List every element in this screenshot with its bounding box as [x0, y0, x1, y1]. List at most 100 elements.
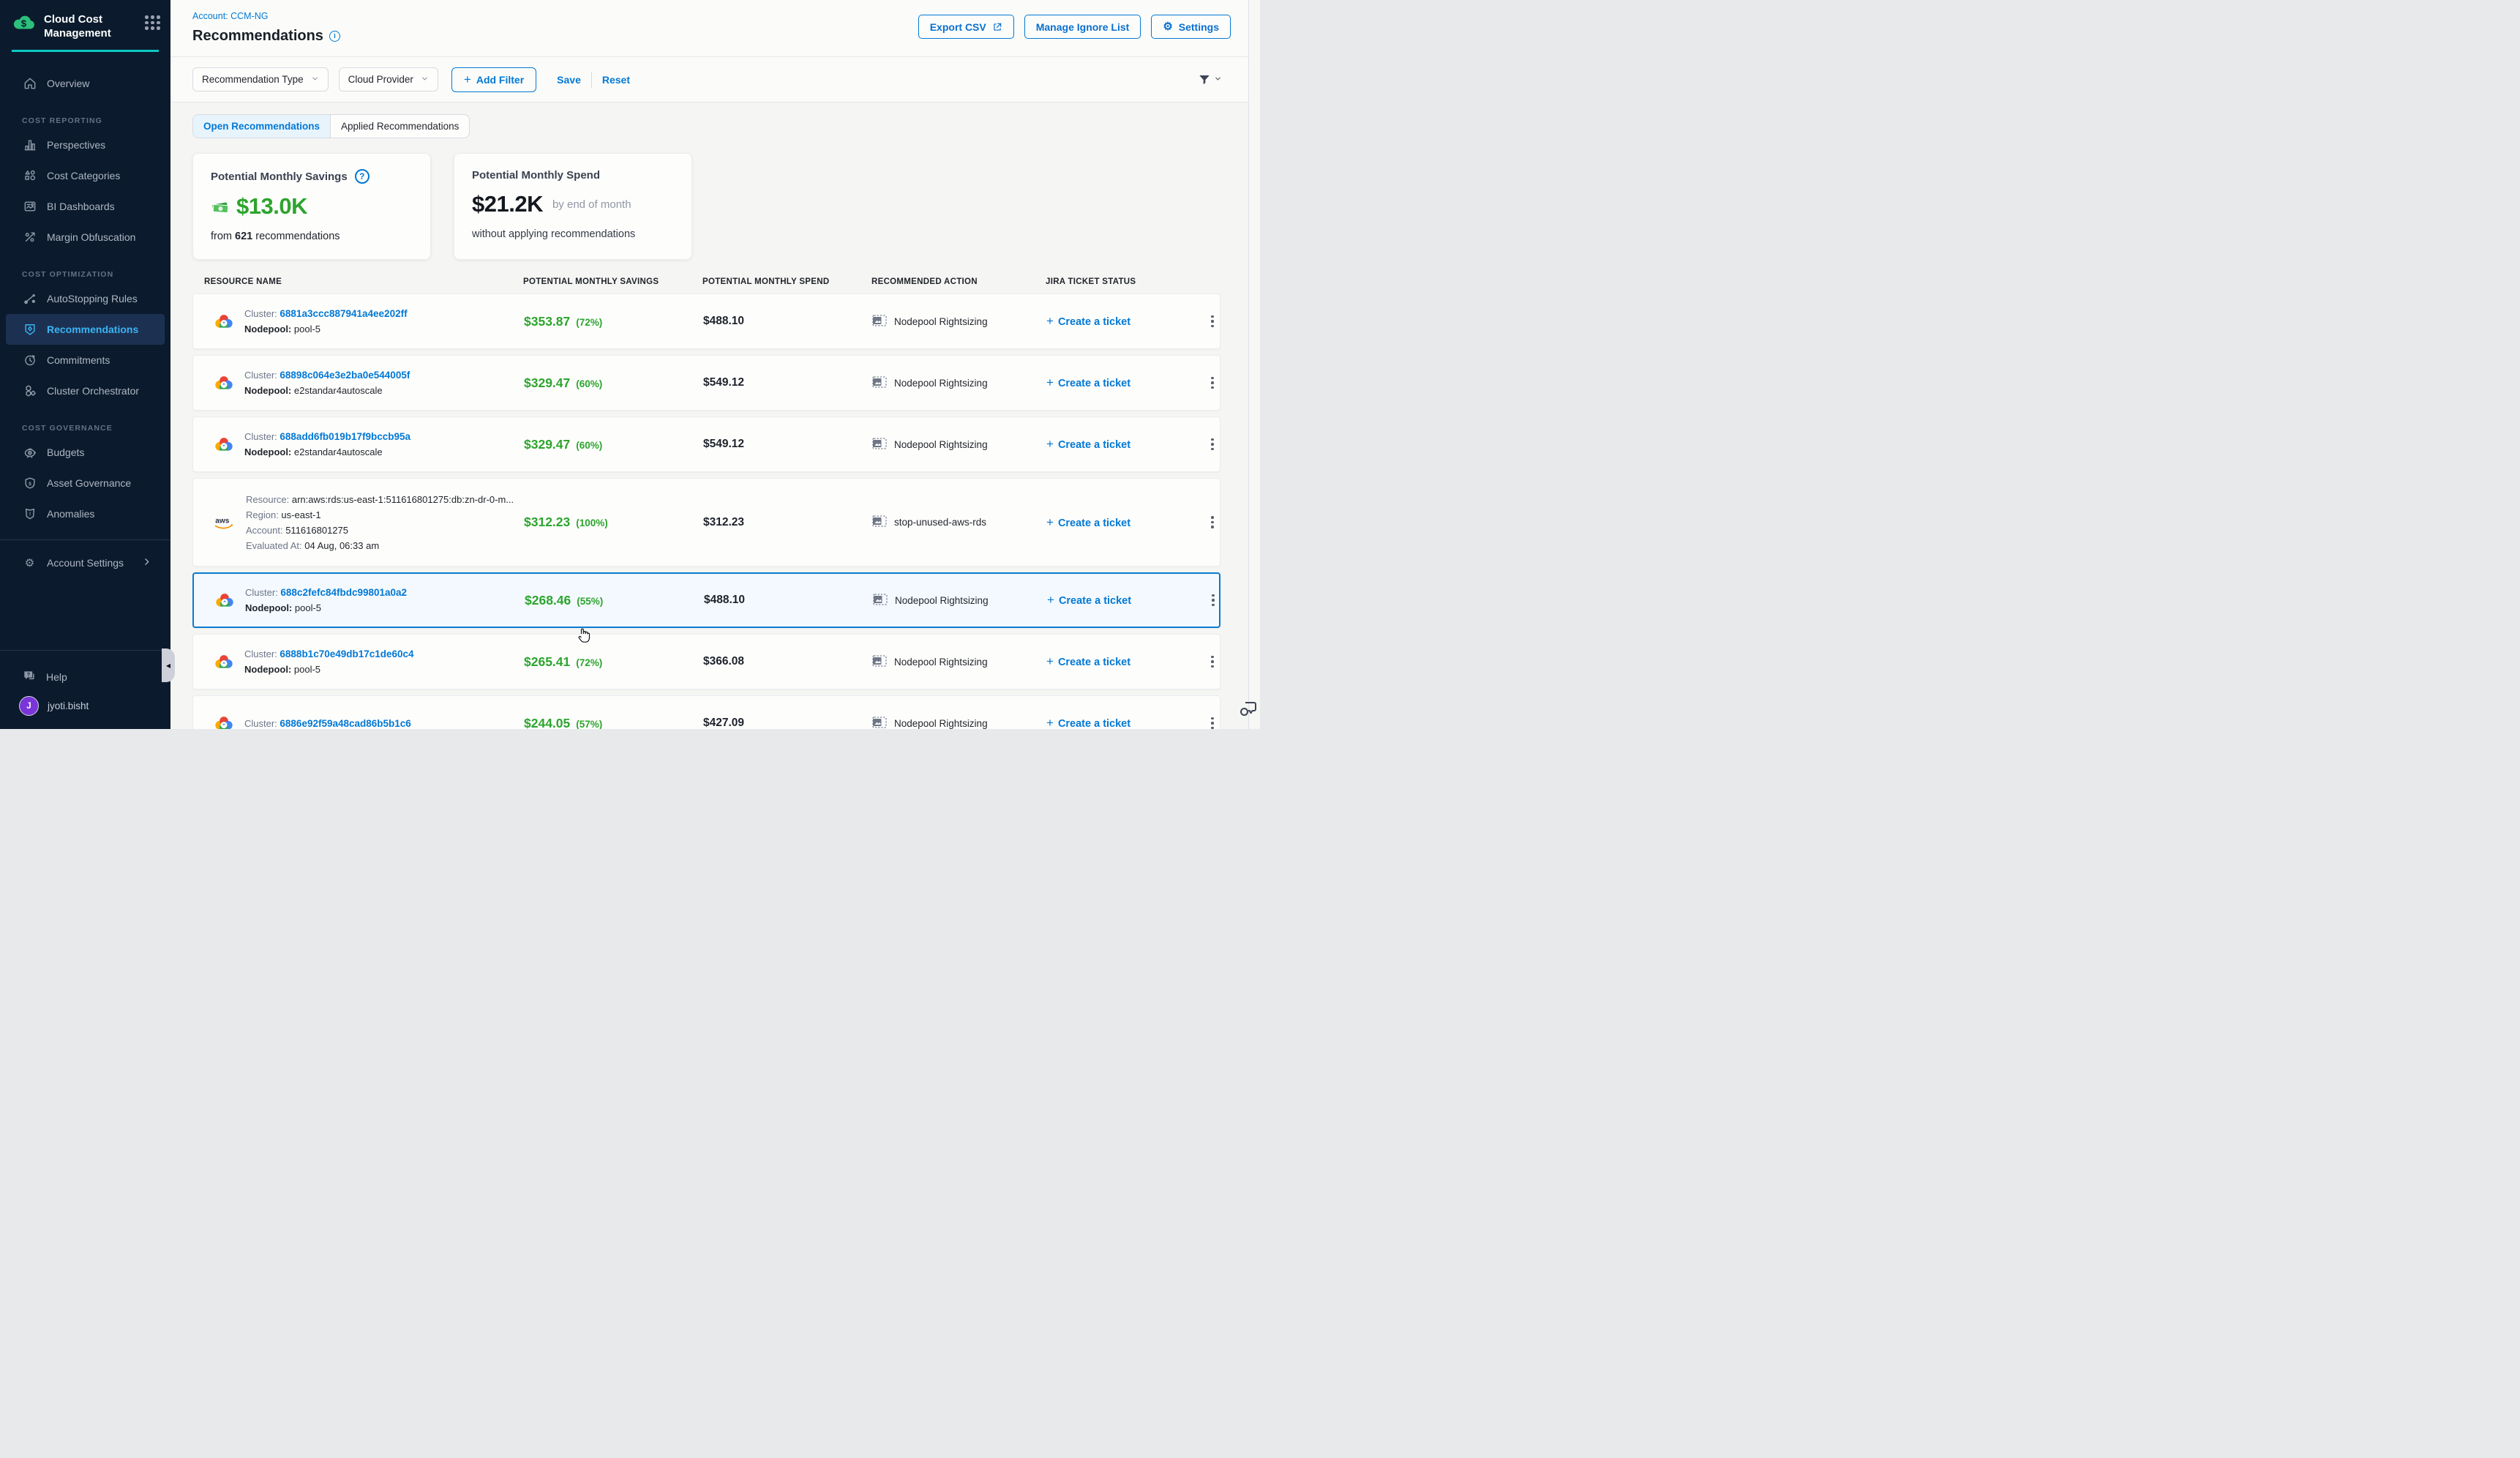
sidebar-item-cost-categories[interactable]: Cost Categories	[6, 160, 165, 191]
reset-filter-button[interactable]: Reset	[602, 74, 630, 86]
cluster-link[interactable]: 6881a3ccc887941a4ee202ff	[280, 308, 407, 319]
chat-widget-button[interactable]	[1239, 700, 1258, 722]
aws-icon: aws	[214, 515, 236, 531]
sidebar-item-label: BI Dashboards	[47, 201, 115, 212]
spend-amount: $312.23	[703, 516, 872, 529]
rightsizing-icon	[872, 515, 887, 529]
row-menu-button[interactable]	[1202, 373, 1223, 393]
user-menu[interactable]: J jyoti.bisht	[0, 692, 170, 729]
cluster-link[interactable]: 6886e92f59a48cad86b5b1c6	[280, 718, 410, 729]
row-menu-button[interactable]	[1202, 434, 1223, 455]
info-icon[interactable]: i	[329, 31, 340, 42]
question-icon[interactable]: ?	[355, 169, 370, 184]
sidebar-item-account-settings[interactable]: ⚙ Account Settings	[6, 547, 165, 578]
piggy-icon: $	[22, 445, 37, 460]
sidebar-item-bi-dashboards[interactable]: BI Dashboards	[6, 191, 165, 222]
recommendation-row[interactable]: Cluster: 68898c064e3e2ba0e544005fNodepoo…	[192, 355, 1220, 411]
sidebar-item-overview[interactable]: Overview	[6, 68, 165, 99]
sidebar-item-label: Margin Obfuscation	[47, 231, 135, 243]
svg-text:$: $	[29, 482, 31, 487]
create-ticket-button[interactable]: +Create a ticket	[1046, 515, 1202, 530]
cluster-link[interactable]: 68898c064e3e2ba0e544005f	[280, 370, 410, 381]
recommended-action-label: Nodepool Rightsizing	[895, 595, 989, 606]
sidebar-item-label: Cost Categories	[47, 170, 120, 182]
col-recommended-action: RECOMMENDED ACTION	[871, 277, 1046, 286]
breadcrumb-account[interactable]: Account: CCM-NG	[192, 11, 269, 21]
recommended-action-label: Nodepool Rightsizing	[894, 439, 988, 450]
sidebar-item-margin-obfuscation[interactable]: Margin Obfuscation	[6, 222, 165, 253]
gcp-icon	[214, 436, 234, 453]
recommended-action-label: Nodepool Rightsizing	[894, 718, 988, 729]
chevron-right-icon	[142, 557, 151, 569]
row-menu-button[interactable]	[1202, 713, 1223, 729]
sidebar-item-perspectives[interactable]: Perspectives	[6, 130, 165, 160]
sidebar-item-recommendations[interactable]: Recommendations	[6, 314, 165, 345]
plus-icon: +	[1046, 437, 1054, 451]
save-filter-button[interactable]: Save	[557, 74, 581, 86]
sidebar-section-label: COST OPTIMIZATION	[22, 270, 170, 279]
svg-text:$: $	[29, 451, 31, 455]
sidebar-item-budgets[interactable]: $ Budgets	[6, 437, 165, 468]
page-title: Recommendations	[192, 28, 323, 45]
sidebar-item-label: AutoStopping Rules	[47, 293, 138, 304]
app-switcher-icon[interactable]	[145, 15, 160, 30]
sidebar-item-label: Recommendations	[47, 324, 138, 335]
row-menu-button[interactable]	[1203, 590, 1223, 610]
create-ticket-button[interactable]: +Create a ticket	[1046, 314, 1202, 329]
create-ticket-button[interactable]: +Create a ticket	[1046, 437, 1202, 452]
hexes-icon	[22, 384, 37, 399]
create-ticket-button[interactable]: +Create a ticket	[1046, 654, 1202, 669]
field-value: e2standar4autoscale	[294, 446, 383, 457]
recommendation-row[interactable]: Cluster: 688c2fefc84fbdc99801a0a2Nodepoo…	[192, 572, 1220, 628]
savings-amount: $265.41	[524, 654, 570, 669]
sidebar-item-anomalies[interactable]: !Anomalies	[6, 498, 165, 529]
field-label: Cluster:	[244, 370, 280, 381]
recommendation-type-dropdown[interactable]: Recommendation Type	[192, 67, 329, 91]
recommendation-row[interactable]: aws Resource: arn:aws:rds:us-east-1:51161…	[192, 478, 1220, 567]
shapes-icon	[22, 168, 37, 184]
sidebar-item-cluster-orchestrator[interactable]: Cluster Orchestrator	[6, 375, 165, 406]
recommendation-row[interactable]: Cluster: 688add6fb019b17f9bccb95aNodepoo…	[192, 416, 1220, 472]
page-scrollbar[interactable]	[1248, 0, 1260, 729]
row-menu-button[interactable]	[1202, 651, 1223, 672]
recommendation-row[interactable]: Cluster: 6886e92f59a48cad86b5b1c6$244.05…	[192, 695, 1220, 729]
field-label: Nodepool:	[244, 446, 294, 457]
row-menu-button[interactable]	[1202, 311, 1223, 332]
cluster-link[interactable]: 6888b1c70e49db17c1de60c4	[280, 648, 413, 659]
sidebar-item-help[interactable]: ? Help	[0, 662, 170, 692]
manage-ignore-list-button[interactable]: Manage Ignore List	[1024, 15, 1141, 39]
sidebar-item-label: Budgets	[47, 446, 84, 458]
percent-icon	[22, 230, 37, 245]
tab-applied-recommendations[interactable]: Applied Recommendations	[331, 115, 469, 138]
create-ticket-button[interactable]: +Create a ticket	[1046, 375, 1202, 390]
field-value: pool-5	[294, 664, 320, 675]
sidebar-collapse-button[interactable]: ◀	[162, 648, 175, 682]
recommendation-row[interactable]: Cluster: 6888b1c70e49db17c1de60c4Nodepoo…	[192, 634, 1220, 689]
tab-open-recommendations[interactable]: Open Recommendations	[193, 115, 331, 138]
gear-icon: ⚙	[22, 556, 37, 571]
settings-button[interactable]: ⚙ Settings	[1151, 15, 1231, 39]
resource-field: Resource: arn:aws:rds:us-east-1:51161680…	[246, 493, 514, 506]
plus-icon: +	[1046, 515, 1054, 529]
sidebar-item-asset-governance[interactable]: $Asset Governance	[6, 468, 165, 498]
row-menu-button[interactable]	[1202, 512, 1223, 533]
autostop-icon	[22, 291, 37, 307]
field-value: e2standar4autoscale	[294, 385, 383, 396]
recommended-action-label: stop-unused-aws-rds	[894, 517, 986, 528]
savings-percent: (60%)	[576, 440, 602, 451]
chevron-down-icon	[311, 74, 319, 85]
create-ticket-button[interactable]: +Create a ticket	[1046, 716, 1202, 729]
sidebar-nav: OverviewCOST REPORTINGPerspectivesCost C…	[0, 68, 170, 529]
recommendation-row[interactable]: Cluster: 6881a3ccc887941a4ee202ffNodepoo…	[192, 294, 1220, 349]
cluster-link[interactable]: 688add6fb019b17f9bccb95a	[280, 431, 410, 442]
resource-field: Account: 511616801275	[246, 524, 514, 537]
add-filter-button[interactable]: + Add Filter	[451, 67, 536, 92]
export-csv-button[interactable]: Export CSV	[918, 15, 1014, 39]
cluster-link[interactable]: 688c2fefc84fbdc99801a0a2	[280, 587, 407, 598]
sidebar-item-autostopping-rules[interactable]: AutoStopping Rules	[6, 283, 165, 314]
sidebar-item-commitments[interactable]: Commitments	[6, 345, 165, 375]
resource-field: Nodepool: pool-5	[244, 663, 414, 676]
filter-panel-button[interactable]	[1198, 73, 1222, 86]
cloud-provider-dropdown[interactable]: Cloud Provider	[339, 67, 438, 91]
create-ticket-button[interactable]: +Create a ticket	[1047, 593, 1203, 608]
